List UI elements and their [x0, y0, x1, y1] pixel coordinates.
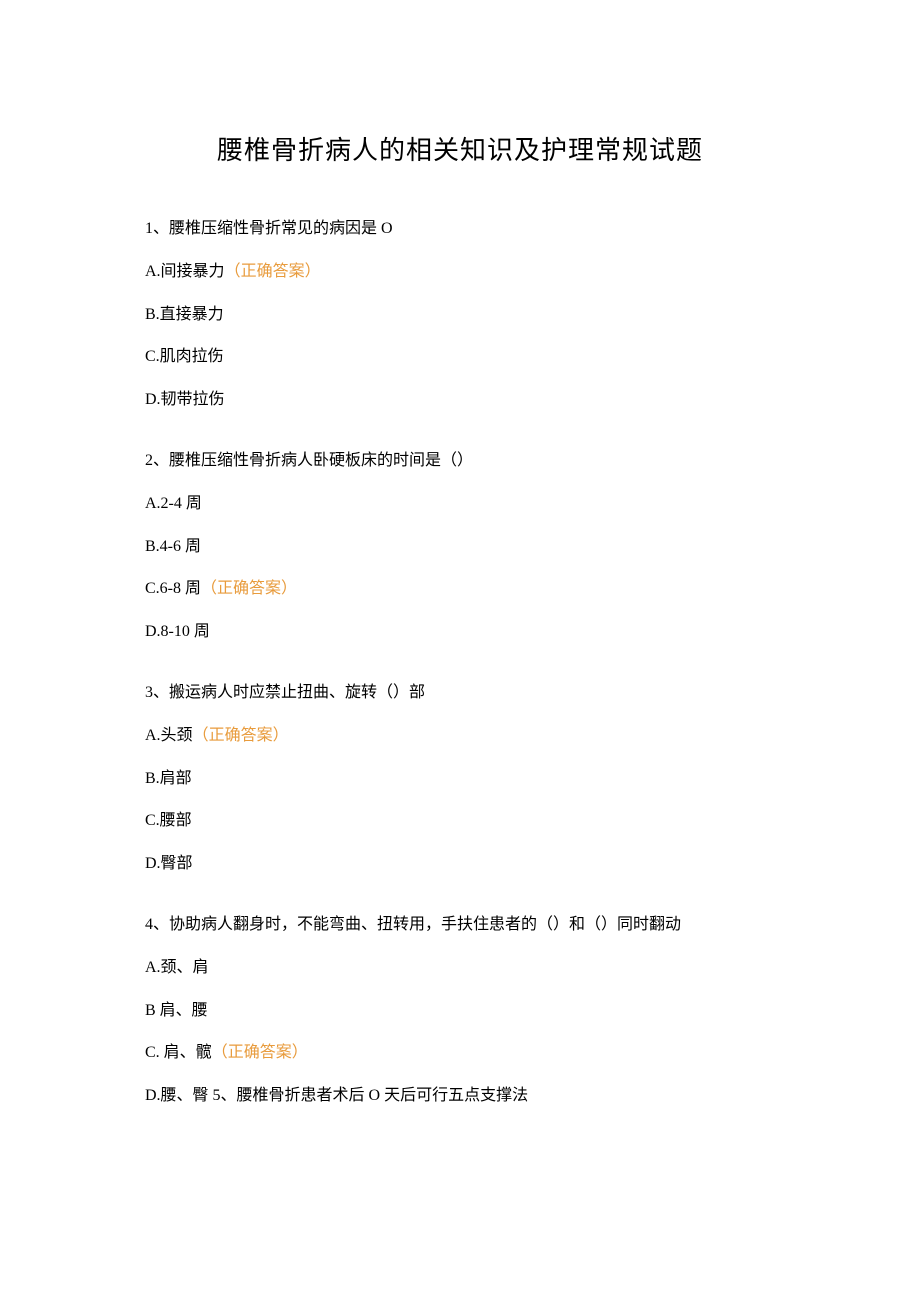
correct-answer-label: （正确答案）: [225, 263, 321, 280]
option-label: C.腰部: [145, 812, 192, 829]
option-label: B.肩部: [145, 770, 192, 787]
option-label: A.2-4 周: [145, 495, 202, 512]
option-label: B.4-6 周: [145, 538, 201, 555]
option-label: D.臀部: [145, 855, 193, 872]
option-label: D.腰、臀 5、腰椎骨折患者术后 O 天后可行五点支撑法: [145, 1087, 528, 1104]
option: C.腰部: [145, 807, 775, 836]
option: A.头颈（正确答案）: [145, 722, 775, 751]
page-title: 腰椎骨折病人的相关知识及护理常规试题: [145, 130, 775, 167]
option: D.8-10 周: [145, 618, 775, 647]
option: D.韧带拉伤: [145, 386, 775, 415]
option-label: C.肌肉拉伤: [145, 348, 224, 365]
question-text: 4、协助病人翻身时，不能弯曲、扭转用，手扶住患者的（）和（）同时翻动: [145, 911, 775, 940]
option: C.6-8 周（正确答案）: [145, 575, 775, 604]
question-block: 3、搬运病人时应禁止扭曲、旋转（）部 A.头颈（正确答案） B.肩部 C.腰部 D.臀部: [145, 679, 775, 879]
option: B.肩部: [145, 765, 775, 794]
question-block: 2、腰椎压缩性骨折病人卧硬板床的时间是（） A.2-4 周 B.4-6 周 C.6-8…: [145, 447, 775, 647]
option-label: D.8-10 周: [145, 623, 210, 640]
option-label: C. 肩、髋: [145, 1044, 212, 1061]
option-label: D.韧带拉伤: [145, 391, 225, 408]
option: A.颈、肩: [145, 954, 775, 983]
correct-answer-label: （正确答案）: [193, 727, 289, 744]
option-label: B.直接暴力: [145, 306, 224, 323]
question-text: 3、搬运病人时应禁止扭曲、旋转（）部: [145, 679, 775, 708]
correct-answer-label: （正确答案）: [212, 1044, 308, 1061]
option-label: A.间接暴力: [145, 263, 225, 280]
question-text: 1、腰椎压缩性骨折常见的病因是 O: [145, 215, 775, 244]
option: A.间接暴力（正确答案）: [145, 258, 775, 287]
option: C.肌肉拉伤: [145, 343, 775, 372]
questions-container: 1、腰椎压缩性骨折常见的病因是 OA.间接暴力（正确答案）B.直接暴力C.肌肉拉…: [145, 215, 775, 1111]
option: B 肩、腰: [145, 997, 775, 1026]
option-label: A.颈、肩: [145, 959, 209, 976]
option: A.2-4 周: [145, 490, 775, 519]
correct-answer-label: （正确答案）: [201, 580, 297, 597]
option-label: C.6-8 周: [145, 580, 201, 597]
option-label: B 肩、腰: [145, 1002, 208, 1019]
question-block: 1、腰椎压缩性骨折常见的病因是 O A.间接暴力（正确答案） B.直接暴力 C.肌肉拉…: [145, 215, 775, 415]
option: D.臀部: [145, 850, 775, 879]
question-text: 2、腰椎压缩性骨折病人卧硬板床的时间是（）: [145, 447, 775, 476]
option-label: A.头颈: [145, 727, 193, 744]
option: D.腰、臀 5、腰椎骨折患者术后 O 天后可行五点支撑法: [145, 1082, 775, 1111]
question-block: 4、协助病人翻身时，不能弯曲、扭转用，手扶住患者的（）和（）同时翻动 A.颈、肩 B…: [145, 911, 775, 1111]
option: B.直接暴力: [145, 301, 775, 330]
option: C. 肩、髋（正确答案）: [145, 1039, 775, 1068]
option: B.4-6 周: [145, 533, 775, 562]
